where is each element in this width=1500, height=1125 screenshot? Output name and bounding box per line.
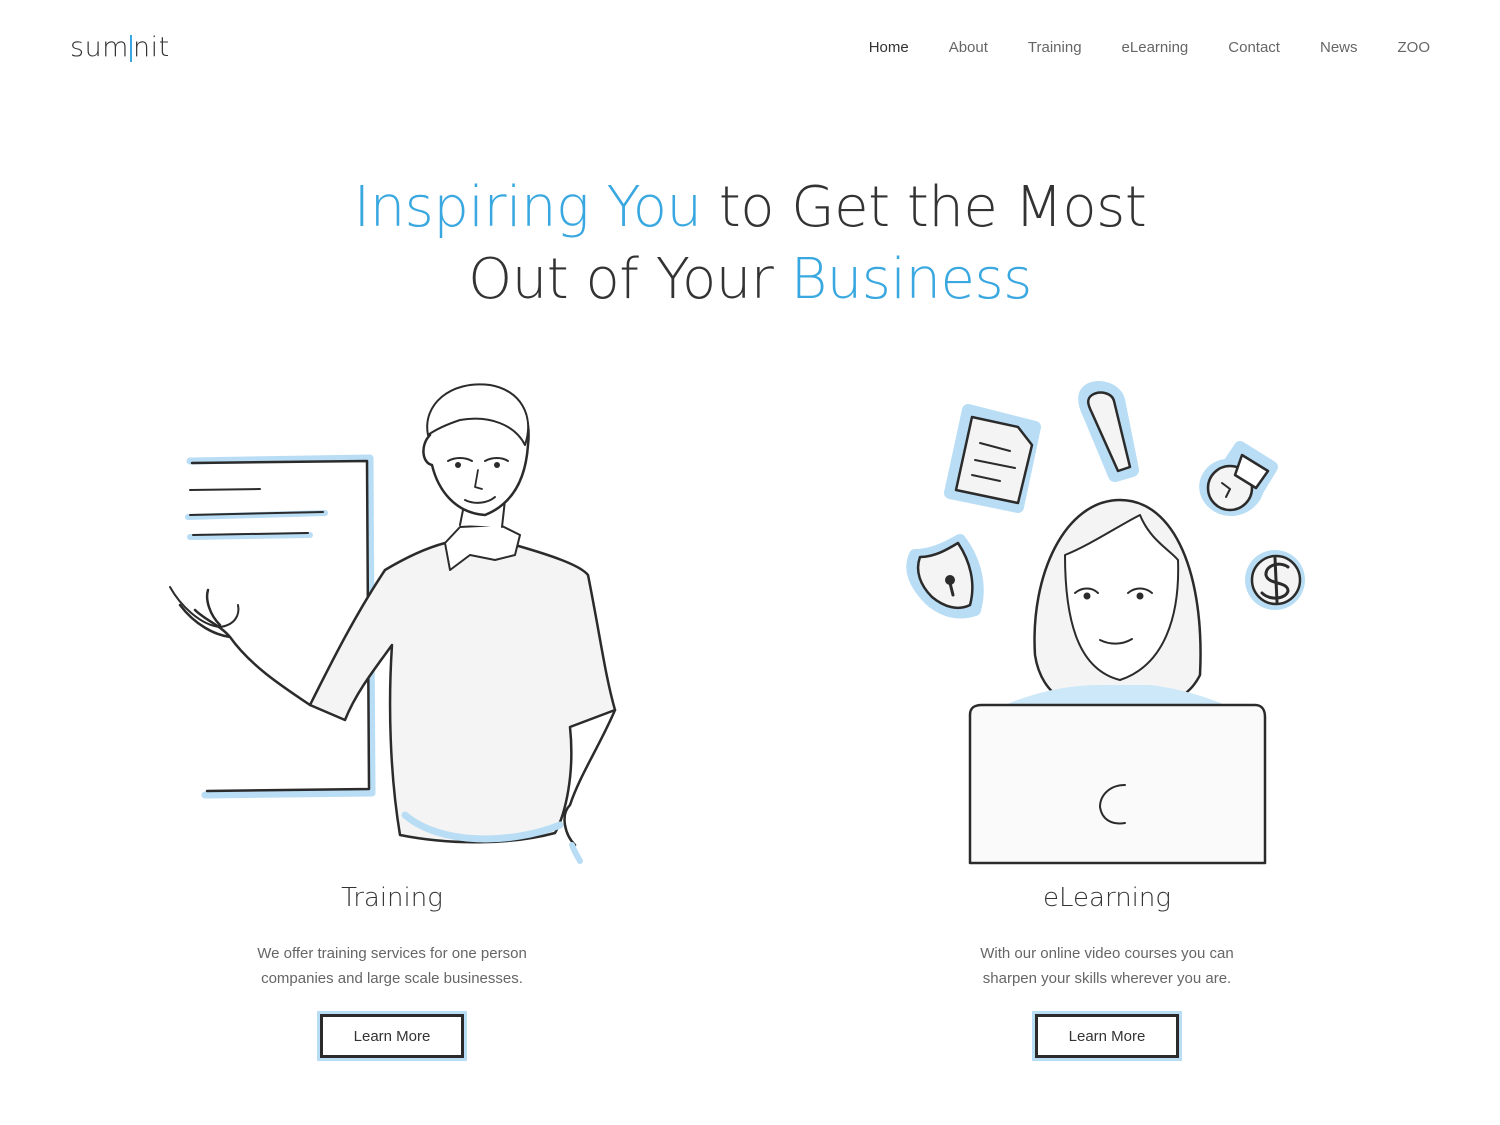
logo-text-start: sum bbox=[70, 32, 129, 63]
card-title: eLearning bbox=[1043, 883, 1171, 913]
card-description-line: companies and large scale businesses. bbox=[261, 970, 523, 987]
logo-text-end: nit bbox=[132, 32, 170, 63]
card-description: With our online video courses you can sh… bbox=[897, 941, 1317, 991]
card-description-line: With our online video courses you can bbox=[980, 945, 1234, 962]
elearning-learn-more-button[interactable]: Learn More bbox=[1035, 1014, 1179, 1058]
elearning-card: eLearning With our online video courses … bbox=[897, 0, 1317, 1125]
logo-cursor-mark bbox=[129, 35, 132, 62]
card-title: Training bbox=[341, 883, 443, 913]
card-description-line: We offer training services for one perso… bbox=[257, 945, 527, 962]
card-description-line: sharpen your skills wherever you are. bbox=[982, 970, 1232, 987]
nav-news[interactable]: News bbox=[1320, 39, 1358, 56]
nav-zoo[interactable]: ZOO bbox=[1398, 39, 1431, 56]
site-logo[interactable]: sum nit bbox=[70, 32, 170, 63]
training-card: Training We offer training services for … bbox=[182, 0, 602, 1125]
training-learn-more-button[interactable]: Learn More bbox=[320, 1014, 464, 1058]
card-description: We offer training services for one perso… bbox=[182, 941, 602, 991]
